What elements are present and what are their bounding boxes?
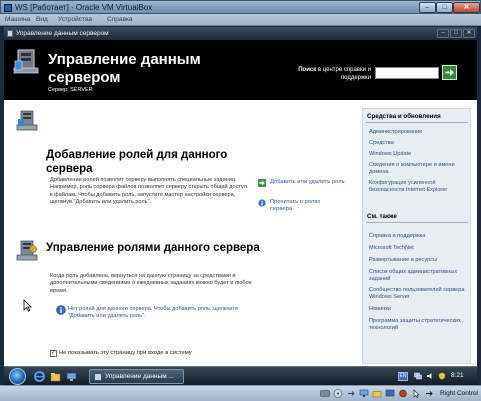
sidebar-link-help-support[interactable]: Справка и поддержка bbox=[369, 233, 467, 240]
menu-help[interactable]: Справка bbox=[107, 16, 133, 23]
sidebar-link-admin-tasks[interactable]: Список общих административных заданий bbox=[369, 269, 467, 282]
volume-tray-icon[interactable] bbox=[426, 372, 434, 380]
video-capture-status-icon[interactable] bbox=[398, 389, 408, 398]
sidebar-link-whats-new[interactable]: Новинки bbox=[369, 306, 467, 313]
vbox-minimize-button[interactable]: – bbox=[419, 2, 436, 13]
guest-minimize-button[interactable]: – bbox=[437, 29, 449, 38]
sidebar-link-technet[interactable]: Microsoft TechNet bbox=[369, 245, 467, 252]
menu-devices[interactable]: Устройства bbox=[58, 16, 92, 23]
sidebar-link-computer-info[interactable]: Сведения о компьютере и имени домена bbox=[369, 162, 467, 175]
vbox-status-bar: Right Control bbox=[0, 385, 481, 401]
guest-maximize-button[interactable]: □ bbox=[450, 29, 462, 38]
vbox-close-button[interactable]: ✕ bbox=[453, 2, 480, 13]
add-roles-icon bbox=[16, 110, 38, 131]
task-server-icon bbox=[94, 373, 102, 381]
hard-disk-status-icon[interactable] bbox=[320, 389, 330, 398]
server-window-icon bbox=[7, 30, 13, 37]
guest-screen: Управление данным сервером – □ ✕ Управле… bbox=[4, 27, 477, 385]
tools-header-divider bbox=[366, 122, 468, 123]
menu-view[interactable]: Вид bbox=[36, 16, 48, 23]
read-about-roles-link[interactable]: Прочитать о ролях сервера bbox=[270, 199, 342, 213]
help-search-input[interactable] bbox=[375, 67, 439, 79]
add-remove-role-link[interactable]: Добавить или удалить роль bbox=[270, 179, 348, 186]
dont-show-checkbox[interactable]: ✓ bbox=[50, 350, 57, 357]
vbox-menu-bar: Машина Вид Устройства Справка bbox=[0, 14, 481, 26]
menu-machine[interactable]: Машина bbox=[5, 16, 30, 23]
add-roles-description: Добавление ролей позволит серверу выполн… bbox=[50, 177, 247, 206]
ie-quicklaunch-icon[interactable] bbox=[34, 371, 45, 382]
read-about-roles-help-icon bbox=[258, 199, 266, 207]
optical-drive-status-icon[interactable] bbox=[333, 389, 343, 398]
security-tray-icon[interactable] bbox=[438, 372, 446, 380]
guest-window-title: Управление данным сервером bbox=[16, 30, 109, 37]
manage-roles-title: Управление ролями данного сервера bbox=[46, 242, 260, 254]
sidebar-link-community[interactable]: Сообщество пользователей сервера Windows… bbox=[369, 287, 467, 300]
tools-updates-header: Средства и обновления bbox=[367, 113, 441, 120]
mouse-integration-status-icon[interactable] bbox=[411, 389, 421, 398]
show-desktop-icon[interactable] bbox=[66, 371, 77, 382]
sidebar-link-tools[interactable]: Средства bbox=[369, 140, 467, 147]
sidebar-link-windows-update[interactable]: Windows Update bbox=[369, 151, 467, 158]
server-name-label: Сервер: SERVER bbox=[48, 87, 93, 93]
host-key-label: Right Control bbox=[440, 390, 478, 397]
tools-sidebar: Средства и обновления Администрирование … bbox=[362, 108, 471, 364]
sidebar-link-deployment[interactable]: Развертывание и ресурсы bbox=[369, 257, 467, 264]
sidebar-link-ie-security[interactable]: Конфигурация усиленной безопасности Inte… bbox=[369, 180, 467, 193]
add-roles-title: Добавление ролей для данного сервера bbox=[46, 149, 228, 175]
dont-show-label: Не показывать эту страницу при входе в с… bbox=[59, 350, 192, 356]
network-tray-icon[interactable] bbox=[414, 372, 422, 380]
taskbar-task-server-management[interactable]: Управление данным ... bbox=[89, 369, 184, 384]
search-caption-rest: в центре справки и поддержки bbox=[316, 67, 371, 81]
add-remove-role-arrow-icon bbox=[258, 179, 266, 187]
display-status-icon[interactable] bbox=[385, 389, 395, 398]
start-button[interactable] bbox=[9, 368, 26, 385]
no-roles-message: Нет ролей для данного сервера. Чтобы доб… bbox=[68, 306, 239, 320]
vbox-title-bar: WS [Работает] - Oracle VM VirtualBox – □… bbox=[0, 0, 481, 14]
page-title: Управление данным сервером bbox=[48, 51, 201, 86]
guest-close-button[interactable]: ✕ bbox=[463, 29, 475, 38]
task-button-label: Управление данным ... bbox=[105, 373, 174, 380]
manage-roles-description: Когда роль добавлена, вернуться на данну… bbox=[50, 273, 252, 294]
vbox-maximize-button[interactable]: □ bbox=[436, 2, 453, 13]
explorer-quicklaunch-icon[interactable] bbox=[50, 371, 61, 382]
host-key-arrow-icon bbox=[426, 391, 433, 396]
sidebar-link-protection-program[interactable]: Программа защиты стратегических технолог… bbox=[369, 318, 467, 331]
sidebar-link-administration[interactable]: Администрирование bbox=[369, 129, 467, 136]
info-icon bbox=[56, 305, 66, 315]
see-also-divider bbox=[366, 222, 468, 223]
language-indicator[interactable]: EN bbox=[398, 372, 408, 381]
see-also-header: См. также bbox=[367, 213, 397, 220]
virtualbox-app-icon bbox=[4, 4, 12, 12]
vbox-window-title: WS [Работает] - Oracle VM VirtualBox bbox=[15, 3, 153, 12]
server-management-logo-icon bbox=[13, 49, 39, 74]
usb-status-icon[interactable] bbox=[346, 389, 356, 398]
page-body: Добавление ролей для данного сервера Доб… bbox=[4, 100, 477, 366]
guest-window-title-bar: Управление данным сервером – □ ✕ bbox=[4, 27, 477, 40]
search-caption-bold: Поиск bbox=[298, 67, 317, 73]
manage-roles-icon bbox=[16, 240, 38, 261]
search-caption: Поиск в центре справки и поддержки bbox=[289, 67, 371, 82]
mouse-cursor-icon bbox=[23, 299, 32, 312]
network-status-icon[interactable] bbox=[359, 389, 369, 398]
search-go-arrow-icon[interactable] bbox=[442, 65, 457, 80]
guest-taskbar: Управление данным ... EN 8:21 bbox=[4, 366, 477, 385]
taskbar-clock[interactable]: 8:21 bbox=[451, 372, 464, 379]
shared-folders-status-icon[interactable] bbox=[372, 389, 382, 398]
